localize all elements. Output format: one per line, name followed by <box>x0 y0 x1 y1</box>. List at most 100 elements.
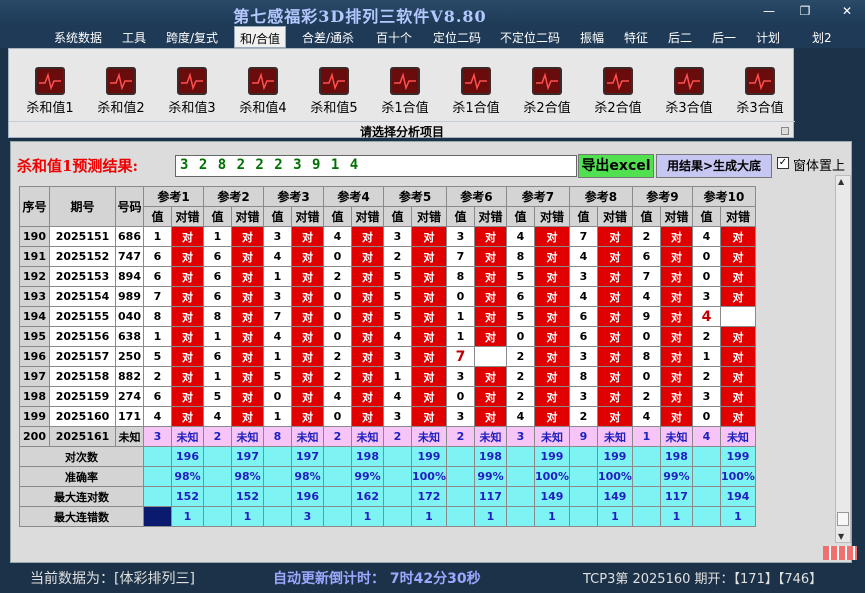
stat-spacer <box>383 506 412 527</box>
pred-value: 4 <box>691 426 721 447</box>
row-value: 5 <box>263 366 292 387</box>
ribbon-button-3[interactable]: 杀和值3 <box>156 53 228 116</box>
row-value: 3 <box>445 366 475 387</box>
pin-window-checkbox[interactable]: ✓ <box>777 157 789 169</box>
row-result: 对 <box>473 406 507 427</box>
export-excel-button[interactable]: 导出excel <box>578 154 654 178</box>
stat-spacer <box>143 506 172 527</box>
row-value: 0 <box>691 406 721 427</box>
row-result: 对 <box>291 326 324 347</box>
row-value: 0 <box>631 366 661 387</box>
scroll-down-icon[interactable]: ▼ <box>838 532 844 541</box>
stat-spacer <box>505 446 535 467</box>
header-ok: 对错 <box>596 206 633 227</box>
row-value: 4 <box>383 326 412 347</box>
table-row: 197 2025158 882 2 对 1 对 5 对 2 对 1 对 3 对 2 对 8 对 0 对 2 对 <box>19 366 756 387</box>
stat-spacer <box>383 486 412 507</box>
menu-item-11[interactable]: 后二 <box>668 29 692 46</box>
ribbon-button-10[interactable]: 杀3合值 <box>653 53 725 116</box>
prediction-result-field[interactable]: 3 2 8 2 2 2 3 9 1 4 <box>175 155 577 177</box>
vertical-scrollbar[interactable]: ▲ ▼ <box>835 175 851 543</box>
menu-item-2[interactable]: 工具 <box>122 29 146 46</box>
menu-item-4[interactable]: 和/合值 <box>234 26 287 48</box>
row-value: 4 <box>143 406 172 427</box>
stat-value: 199 <box>596 446 633 467</box>
row-value: 7 <box>445 346 475 367</box>
row-result: 对 <box>231 326 264 347</box>
chart-icon <box>461 67 491 95</box>
scrollbar-thumb[interactable] <box>837 512 849 526</box>
menu-item-3[interactable]: 跨度/复式 <box>166 29 218 46</box>
header-ok: 对错 <box>291 206 324 227</box>
ribbon-button-1[interactable]: 杀和值1 <box>14 53 86 116</box>
ribbon-button-7[interactable]: 杀1合值 <box>440 53 512 116</box>
ribbon-button-9[interactable]: 杀2合值 <box>582 53 654 116</box>
menu-item-14[interactable]: 划2 <box>812 29 832 46</box>
ribbon-button-2[interactable]: 杀和值2 <box>85 53 157 116</box>
header-ref: 参考9 <box>631 186 693 207</box>
row-value: 1 <box>445 326 475 347</box>
chart-icon <box>106 67 136 95</box>
row-result: 对 <box>291 346 324 367</box>
menu-item-13[interactable]: 计划 <box>756 29 780 46</box>
menu-item-8[interactable]: 不定位二码 <box>500 29 560 46</box>
row-result: 对 <box>719 366 756 387</box>
ribbon-button-8[interactable]: 杀2合值 <box>511 53 583 116</box>
resize-grip-icon[interactable] <box>823 546 857 560</box>
generate-base-button[interactable]: 用结果>生成大底 <box>656 154 772 178</box>
menu-item-5[interactable]: 合差/通杀 <box>302 29 354 46</box>
scroll-up-icon[interactable]: ▲ <box>838 177 844 186</box>
pred-result: 未知 <box>171 426 204 447</box>
pin-window-label: 窗体置上 <box>793 159 846 174</box>
menu-item-9[interactable]: 振幅 <box>580 29 604 46</box>
stat-spacer <box>445 446 475 467</box>
menu-item-6[interactable]: 百十个 <box>376 29 412 46</box>
menu-item-7[interactable]: 定位二码 <box>433 29 481 46</box>
menu-item-12[interactable]: 后一 <box>712 29 736 46</box>
stat-spacer <box>691 506 721 527</box>
row-result: 对 <box>659 266 693 287</box>
prediction-label: 杀和值1预测结果: <box>17 157 138 175</box>
row-period: 2025160 <box>49 406 116 427</box>
menu-item-10[interactable]: 特征 <box>624 29 648 46</box>
row-value: 2 <box>631 226 661 247</box>
stat-value: 199 <box>719 446 756 467</box>
stat-spacer <box>445 486 475 507</box>
stat-spacer <box>568 466 598 487</box>
ribbon-button-4[interactable]: 杀和值4 <box>227 53 299 116</box>
row-result: 对 <box>473 306 507 327</box>
row-result: 对 <box>171 266 204 287</box>
row-value: 4 <box>631 286 661 307</box>
ribbon-panel: 杀和值1 杀和值2 杀和值3 杀和值4 杀和值5 杀1合值 杀1合值 杀2合值 杀2合值 杀3合值… <box>8 48 796 139</box>
close-button[interactable]: ✕ <box>838 4 856 18</box>
row-result: 对 <box>171 286 204 307</box>
row-value: 5 <box>203 386 232 407</box>
ribbon-button-11[interactable]: 杀3合值 <box>724 53 796 116</box>
menu-item-1[interactable]: 系统数据 <box>54 29 102 46</box>
row-result: 对 <box>533 306 570 327</box>
row-value: 2 <box>505 386 535 407</box>
row-number: 250 <box>115 346 144 367</box>
row-value: 3 <box>568 346 598 367</box>
row-value: 5 <box>505 306 535 327</box>
row-result: 对 <box>533 246 570 267</box>
ribbon-button-6[interactable]: 杀1合值 <box>369 53 441 116</box>
row-value: 8 <box>203 306 232 327</box>
stat-value: 196 <box>291 486 324 507</box>
header-val: 值 <box>263 206 292 227</box>
minimize-button[interactable]: — <box>760 4 778 18</box>
row-result: 对 <box>719 326 756 347</box>
row-period: 2025151 <box>49 226 116 247</box>
stat-spacer <box>203 506 232 527</box>
row-value: 3 <box>263 226 292 247</box>
row-result: 对 <box>291 306 324 327</box>
ribbon-button-5[interactable]: 杀和值5 <box>298 53 370 116</box>
row-value: 6 <box>143 246 172 267</box>
stat-value: 1 <box>351 506 384 527</box>
stat-value: 100% <box>411 466 447 487</box>
restore-button[interactable]: ❐ <box>796 4 814 18</box>
row-result: 对 <box>533 266 570 287</box>
row-value: 6 <box>143 386 172 407</box>
dialog-launcher-icon[interactable] <box>781 127 789 135</box>
header-seq: 序号 <box>19 186 50 227</box>
